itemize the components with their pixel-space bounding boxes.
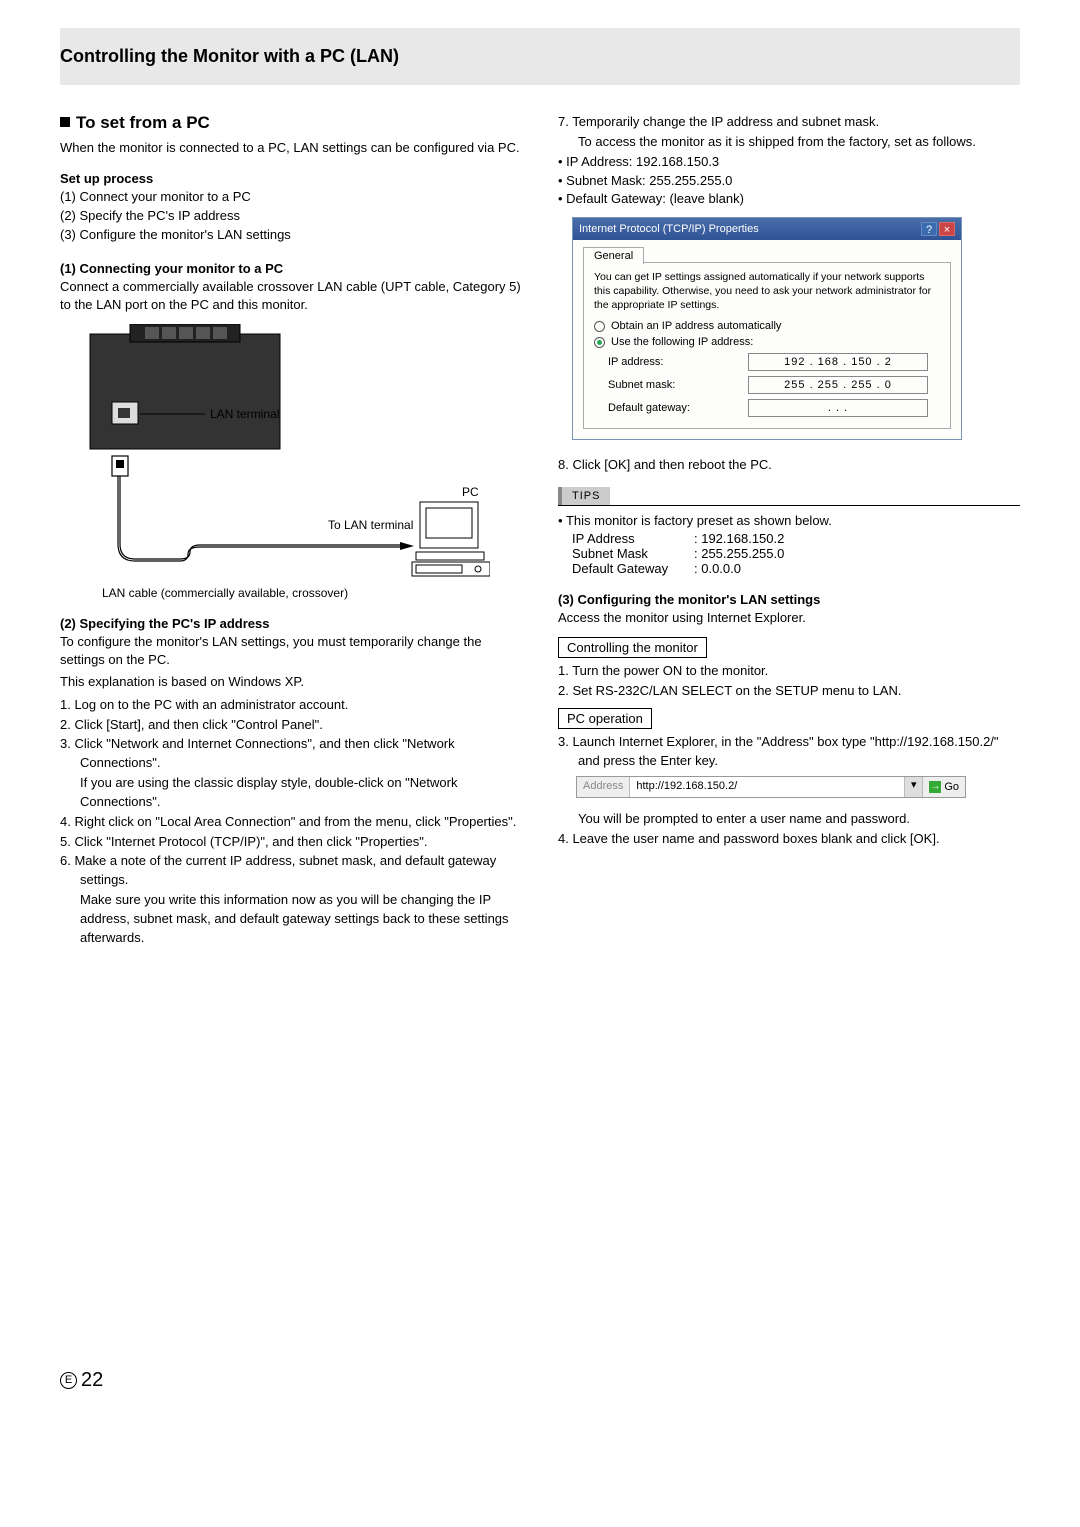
address-input[interactable]: http://192.168.150.2/ [630, 777, 905, 797]
list-item: Default Gateway: (leave blank) [558, 190, 1020, 209]
lan-diagram: LAN terminal PC To LAN terminal [60, 324, 522, 600]
address-label: Address [577, 777, 630, 797]
subnet-mask-field[interactable]: 255 . 255 . 255 . 0 [748, 376, 928, 394]
subsection-1-text: Connect a commercially available crossov… [60, 278, 522, 314]
close-icon[interactable]: × [939, 222, 955, 236]
list-item: Subnet Mask: 255.255.255.0 [558, 172, 1020, 191]
default-gateway-label: Default gateway: [608, 402, 748, 414]
list-item: Make sure you write this information now… [60, 891, 522, 948]
steps-list: 7. Temporarily change the IP address and… [558, 113, 1020, 152]
section-heading: To set from a PC [60, 113, 522, 133]
list-item: 8. Click [OK] and then reboot the PC. [558, 456, 1020, 475]
tips-table: IP Address: 192.168.150.2 Subnet Mask: 2… [572, 531, 1020, 576]
radio-static-ip[interactable]: Use the following IP address: [594, 336, 940, 348]
dropdown-icon[interactable]: ▾ [905, 777, 923, 797]
footer-e-badge: E [60, 1372, 77, 1389]
list-item: 1. Log on to the PC with an administrato… [60, 696, 522, 715]
go-button[interactable]: →Go [923, 777, 965, 797]
tips-value: : 192.168.150.2 [694, 531, 784, 546]
list-item: 3. Click "Network and Internet Connectio… [60, 735, 522, 773]
right-column: 7. Temporarily change the IP address and… [558, 113, 1020, 949]
list-item: 7. Temporarily change the IP address and… [558, 113, 1020, 132]
subsection-3-heading: (3) Configuring the monitor's LAN settin… [558, 592, 1020, 607]
body-text: This explanation is based on Windows XP. [60, 673, 522, 691]
box-controlling-monitor: Controlling the monitor [558, 637, 707, 658]
diagram-label-lan-terminal: LAN terminal [210, 407, 279, 421]
page-number: 22 [81, 1369, 103, 1392]
steps-list: 1. Turn the power ON to the monitor. 2. … [558, 662, 1020, 701]
list-item: 2. Click [Start], and then click "Contro… [60, 716, 522, 735]
arrow-icon: → [929, 781, 941, 793]
left-column: To set from a PC When the monitor is con… [60, 113, 522, 949]
body-text: Access the monitor using Internet Explor… [558, 609, 1020, 627]
window-buttons: ?× [919, 222, 955, 236]
list-item: 4. Leave the user name and password boxe… [558, 830, 1020, 849]
list-item: 4. Right click on "Local Area Connection… [60, 813, 522, 832]
radio-auto-ip[interactable]: Obtain an IP address automatically [594, 320, 940, 332]
diagram-label-to-lan: To LAN terminal [328, 518, 413, 532]
ip-address-field[interactable]: 192 . 168 . 150 . 2 [748, 353, 928, 371]
setup-heading: Set up process [60, 171, 522, 186]
body-text: To configure the monitor's LAN settings,… [60, 633, 522, 669]
tcpip-properties-dialog: Internet Protocol (TCP/IP) Properties ?×… [572, 217, 962, 440]
dialog-description: You can get IP settings assigned automat… [594, 271, 940, 312]
subsection-2-heading: (2) Specifying the PC's IP address [60, 616, 522, 631]
list-item: To access the monitor as it is shipped f… [558, 133, 1020, 152]
page-title: Controlling the Monitor with a PC (LAN) [60, 46, 1000, 67]
heading-text: To set from a PC [76, 113, 210, 132]
page-header: Controlling the Monitor with a PC (LAN) [60, 28, 1020, 85]
tips-text: This monitor is factory preset as shown … [558, 512, 1020, 531]
subsection-1-heading: (1) Connecting your monitor to a PC [60, 261, 522, 276]
dialog-title: Internet Protocol (TCP/IP) Properties [579, 223, 759, 235]
list-item: You will be prompted to enter a user nam… [558, 810, 1020, 829]
tips-key: Subnet Mask [572, 546, 694, 561]
list-item: IP Address: 192.168.150.3 [558, 153, 1020, 172]
list-item: (3) Configure the monitor's LAN settings [60, 226, 522, 245]
default-gateway-field[interactable]: . . . [748, 399, 928, 417]
ie-address-bar: Address http://192.168.150.2/ ▾ →Go [576, 776, 966, 798]
radio-label: Use the following IP address: [611, 336, 753, 348]
tab-general[interactable]: General [583, 247, 644, 264]
help-icon[interactable]: ? [921, 222, 937, 236]
box-pc-operation: PC operation [558, 708, 652, 729]
page-footer: E 22 [60, 1369, 1020, 1392]
subnet-mask-label: Subnet mask: [608, 379, 748, 391]
steps-list: 8. Click [OK] and then reboot the PC. [558, 456, 1020, 475]
intro-text: When the monitor is connected to a PC, L… [60, 139, 522, 157]
list-item: (2) Specify the PC's IP address [60, 207, 522, 226]
tips-value: : 0.0.0.0 [694, 561, 741, 576]
steps-list: 3. Launch Internet Explorer, in the "Add… [558, 733, 1020, 771]
steps-list: You will be prompted to enter a user nam… [558, 810, 1020, 849]
diagram-caption: LAN cable (commercially available, cross… [60, 586, 522, 600]
list-item: 5. Click "Internet Protocol (TCP/IP)", a… [60, 833, 522, 852]
list-item: 3. Launch Internet Explorer, in the "Add… [558, 733, 1020, 771]
list-item: (1) Connect your monitor to a PC [60, 188, 522, 207]
list-item: 2. Set RS-232C/LAN SELECT on the SETUP m… [558, 682, 1020, 701]
tips-key: Default Gateway [572, 561, 694, 576]
bullet-list: IP Address: 192.168.150.3 Subnet Mask: 2… [558, 153, 1020, 210]
ip-address-label: IP address: [608, 356, 748, 368]
setup-list: (1) Connect your monitor to a PC (2) Spe… [60, 188, 522, 245]
diagram-label-pc: PC [462, 485, 479, 499]
steps-list: 1. Log on to the PC with an administrato… [60, 696, 522, 948]
dialog-titlebar: Internet Protocol (TCP/IP) Properties ?× [573, 218, 961, 240]
tips-heading: TIPS [558, 487, 610, 505]
go-label: Go [944, 781, 959, 793]
list-item: 6. Make a note of the current IP address… [60, 852, 522, 890]
list-item: If you are using the classic display sty… [60, 774, 522, 812]
tips-value: : 255.255.255.0 [694, 546, 784, 561]
radio-label: Obtain an IP address automatically [611, 320, 781, 332]
tips-key: IP Address [572, 531, 694, 546]
tips-box: TIPS This monitor is factory preset as s… [558, 487, 1020, 576]
list-item: 1. Turn the power ON to the monitor. [558, 662, 1020, 681]
